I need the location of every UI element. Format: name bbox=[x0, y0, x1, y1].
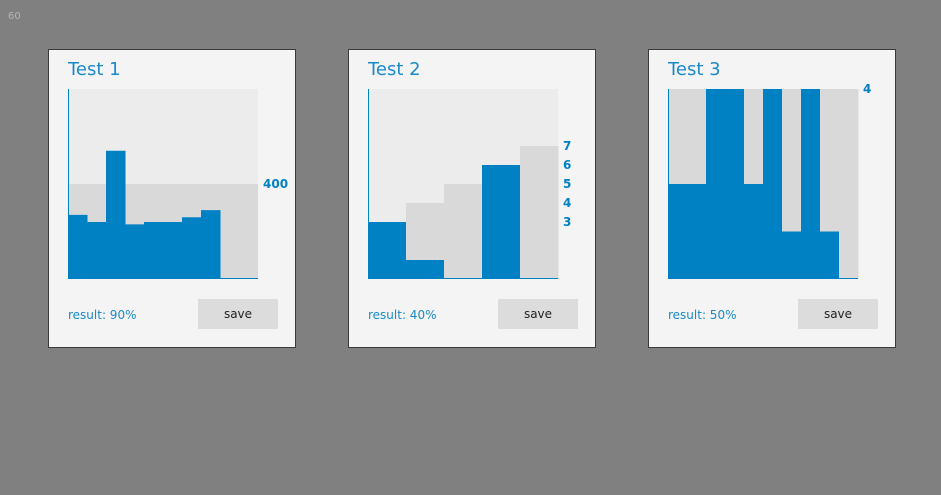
result-text: result: 90% bbox=[68, 308, 137, 322]
bar bbox=[163, 222, 183, 279]
value-label: 4 bbox=[563, 196, 571, 210]
bar-inactive bbox=[520, 146, 559, 279]
bar bbox=[368, 222, 407, 279]
test-card-3: Test 3 4 result: 50% save bbox=[648, 49, 896, 348]
bar bbox=[763, 89, 783, 279]
value-label: 400 bbox=[263, 177, 288, 191]
bar bbox=[125, 224, 145, 279]
save-button[interactable]: save bbox=[798, 299, 878, 329]
frame-counter: 60 bbox=[8, 11, 21, 22]
value-label: 5 bbox=[563, 177, 571, 191]
bar bbox=[687, 184, 707, 279]
result-text: result: 50% bbox=[668, 308, 737, 322]
bar bbox=[182, 217, 202, 279]
result-text: result: 40% bbox=[368, 308, 437, 322]
bar bbox=[668, 184, 688, 279]
bar bbox=[820, 231, 840, 279]
bar bbox=[201, 210, 221, 279]
value-label: 7 bbox=[563, 139, 571, 153]
bar-inactive bbox=[839, 89, 859, 279]
save-button[interactable]: save bbox=[498, 299, 578, 329]
bar-inactive bbox=[444, 184, 483, 279]
bar bbox=[744, 184, 764, 279]
save-button[interactable]: save bbox=[198, 299, 278, 329]
bar bbox=[782, 231, 802, 279]
bar bbox=[706, 89, 726, 279]
bar bbox=[87, 222, 107, 279]
bar bbox=[106, 150, 126, 279]
bar bbox=[144, 222, 164, 279]
bar bbox=[406, 260, 445, 279]
value-label: 4 bbox=[863, 82, 871, 96]
value-label: 3 bbox=[563, 215, 571, 229]
bar bbox=[801, 89, 821, 279]
bar bbox=[68, 214, 88, 279]
test-card-1: Test 1 400 result: 90% save bbox=[48, 49, 296, 348]
value-label: 6 bbox=[563, 158, 571, 172]
bar bbox=[482, 165, 521, 279]
bar bbox=[725, 89, 745, 279]
test-card-2: Test 2 76543 result: 40% save bbox=[348, 49, 596, 348]
